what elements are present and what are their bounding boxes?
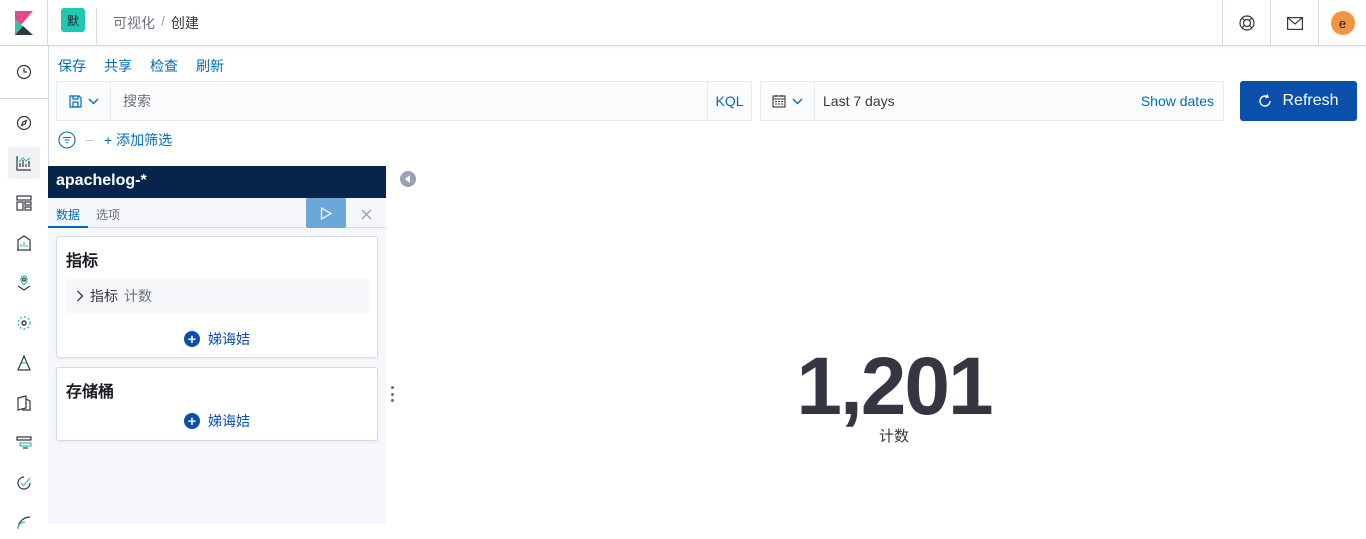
arrow-left-icon [405, 175, 410, 183]
add-bucket-button[interactable]: + 娣诲姞 [57, 411, 377, 431]
save-disk-icon [68, 94, 82, 108]
breadcrumb-create: 创建 [170, 15, 199, 31]
visualize-icon[interactable] [8, 147, 40, 179]
maps-icon[interactable] [8, 267, 40, 299]
plus-circle-icon: + [184, 331, 200, 347]
calendar-icon [772, 95, 786, 108]
breadcrumb: 可视化 / 创建 [113, 13, 199, 33]
show-dates-button[interactable]: Show dates [1141, 93, 1223, 109]
metric-label: 计数 [878, 428, 909, 445]
play-icon [320, 206, 332, 220]
discard-changes-button[interactable] [356, 204, 376, 224]
chevron-down-icon [792, 98, 803, 104]
newsfeed-mail-icon[interactable] [1270, 0, 1318, 46]
top-nav-menu: 保存 共享 检查 刷新 [58, 56, 224, 76]
editor-tabs: 数据 选项 [48, 198, 386, 228]
buckets-panel-title: 存储桶 [66, 384, 115, 401]
apply-changes-button[interactable] [306, 198, 346, 228]
saved-query-button[interactable] [57, 82, 111, 120]
recently-viewed-icon[interactable] [8, 56, 40, 88]
siem-icon[interactable] [8, 507, 40, 539]
user-avatar[interactable]: e [1330, 11, 1355, 35]
share-button[interactable]: 共享 [104, 56, 132, 76]
visualization-canvas: 1,201 计数 [422, 166, 1366, 524]
machine-learning-icon[interactable] [8, 307, 40, 339]
tab-options[interactable]: 选项 [96, 206, 120, 223]
inspect-button[interactable]: 检查 [150, 56, 178, 76]
buckets-panel: 存储桶 + 娣诲姞 [56, 367, 378, 441]
collapse-sidebar-button[interactable] [400, 171, 416, 187]
kql-toggle-button[interactable]: KQL [707, 82, 751, 120]
active-tab-indicator [48, 226, 88, 228]
add-filter-button[interactable]: + 添加筛选 [104, 130, 172, 150]
chevron-down-icon [88, 98, 98, 104]
discover-icon[interactable] [8, 107, 40, 139]
filter-divider [86, 139, 94, 141]
breadcrumb-visualize[interactable]: 可视化 [113, 13, 155, 33]
metric-agg-type: 计数 [124, 288, 152, 304]
save-button[interactable]: 保存 [58, 56, 86, 76]
vis-editor-sidebar: apachelog-* 数据 选项 指标 指标 计数 + 娣诲姞 存储桶 + 娣… [48, 166, 386, 524]
apm-icon[interactable] [8, 427, 40, 459]
refresh-label: Refresh [1282, 92, 1339, 109]
metric-agg-item[interactable]: 指标 计数 [66, 279, 369, 313]
infrastructure-icon[interactable] [8, 347, 40, 379]
date-range-text[interactable]: Last 7 days [815, 93, 1141, 109]
metric-value: 1,201 [796, 341, 993, 432]
uptime-icon[interactable] [8, 467, 40, 499]
user-menu[interactable]: e [1318, 0, 1366, 46]
add-bucket-label: 娣诲姞 [208, 413, 250, 429]
resize-handle[interactable] [391, 386, 394, 402]
add-metric-button[interactable]: + 娣诲姞 [57, 329, 377, 349]
tab-data[interactable]: 数据 [56, 206, 80, 223]
side-navigation [0, 46, 49, 530]
refresh-menu-button[interactable]: 刷新 [196, 56, 224, 76]
nav-divider [0, 98, 48, 99]
add-metric-label: 娣诲姞 [208, 331, 250, 347]
refresh-icon [1259, 94, 1272, 107]
header-divider [96, 8, 97, 45]
plus-circle-icon: + [184, 413, 200, 429]
dashboard-icon[interactable] [8, 187, 40, 219]
top-header: 默 可视化 / 创建 e [0, 0, 1366, 46]
refresh-button[interactable]: Refresh [1240, 81, 1357, 121]
search-input[interactable] [111, 82, 707, 120]
index-pattern-title: apachelog-* [48, 166, 386, 198]
chevron-right-icon[interactable] [76, 290, 84, 302]
date-picker: Last 7 days Show dates [760, 81, 1224, 121]
metrics-panel: 指标 指标 计数 + 娣诲姞 [56, 236, 378, 358]
canvas-icon[interactable] [8, 227, 40, 259]
space-avatar[interactable]: 默 [61, 8, 85, 32]
help-icon[interactable] [1222, 0, 1270, 46]
filter-options-icon[interactable] [58, 131, 76, 149]
filter-bar: + 添加筛选 [58, 130, 172, 150]
quick-menu-button[interactable] [761, 82, 815, 120]
kibana-logo-icon[interactable] [0, 0, 48, 46]
metrics-panel-title: 指标 [66, 253, 99, 270]
header-actions: e [1222, 0, 1366, 46]
query-bar: KQL [56, 81, 752, 121]
breadcrumb-separator: / [161, 13, 165, 29]
logs-icon[interactable] [8, 387, 40, 419]
close-icon [361, 209, 371, 219]
metric-agg-title: 指标 [90, 288, 118, 304]
